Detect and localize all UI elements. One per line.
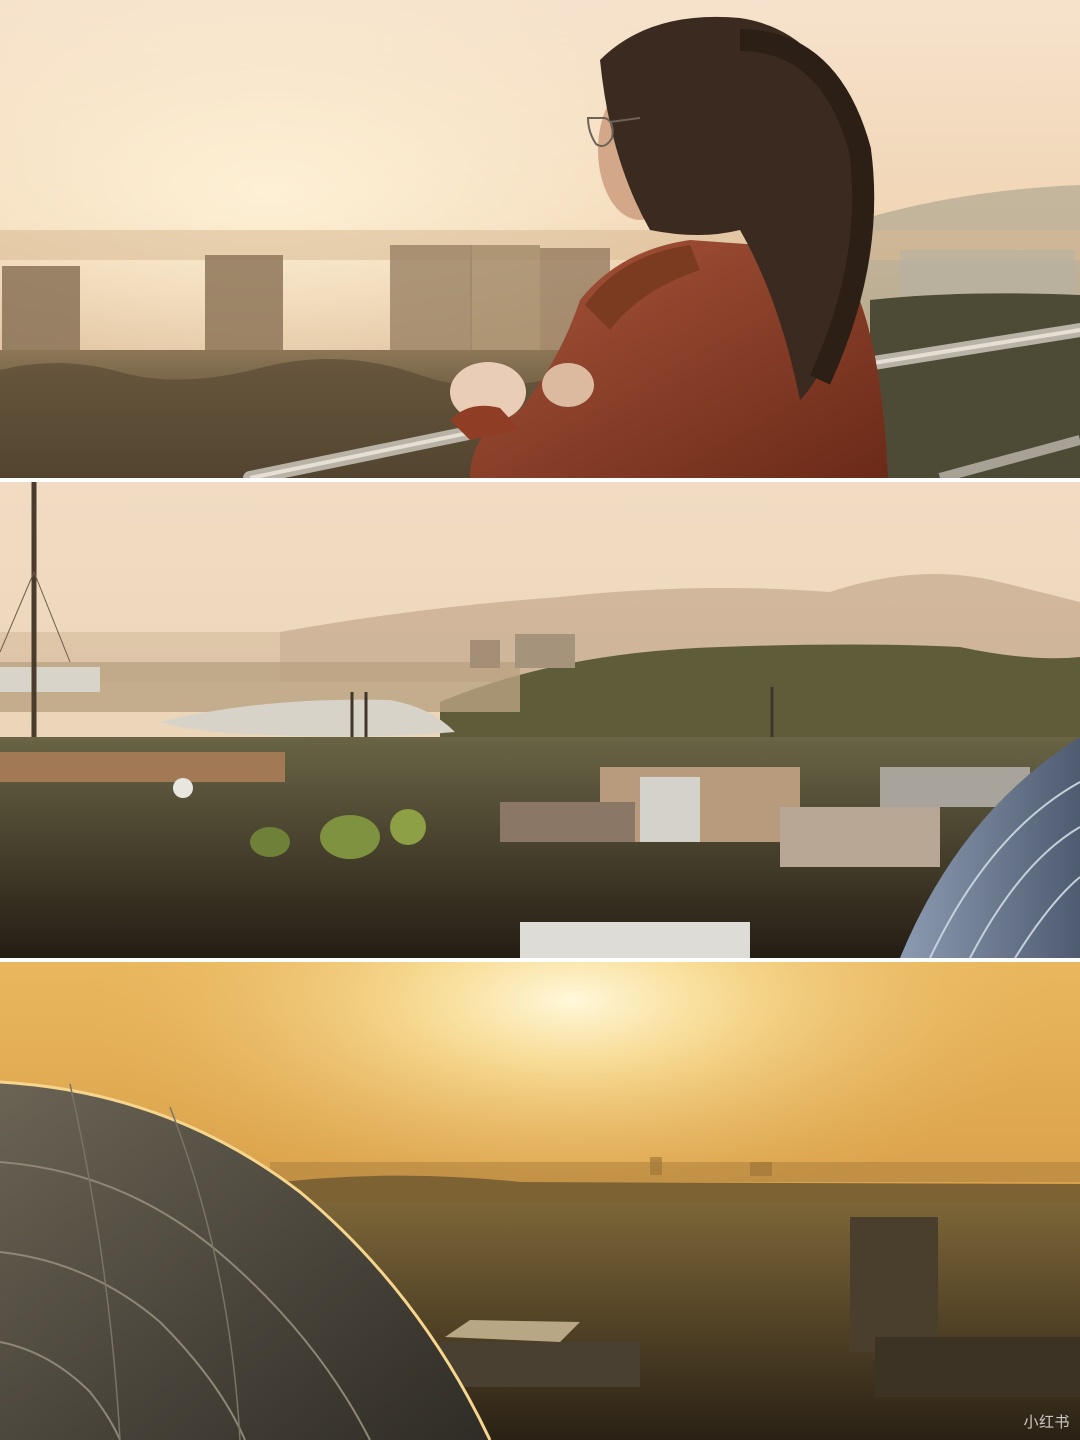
photo-dome-sunset: 小红书 [0, 962, 1080, 1440]
photo-woman-at-railing-image [0, 0, 1080, 478]
xiaohongshu-watermark: 小红书 [1023, 1413, 1070, 1431]
photo-woman-at-railing [0, 0, 1080, 478]
photo-valley-lake-image [0, 482, 1080, 958]
photo-dome-sunset-image [0, 962, 1080, 1440]
photo-valley-lake [0, 482, 1080, 958]
